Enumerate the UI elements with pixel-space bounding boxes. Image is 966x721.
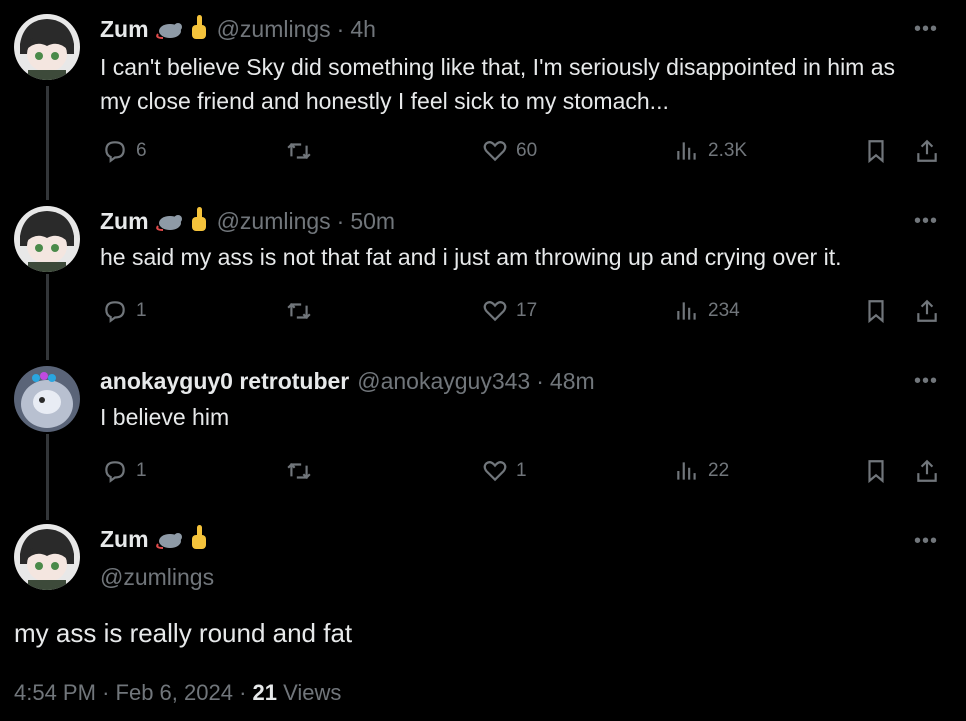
timestamp[interactable]: 48m	[550, 368, 595, 395]
views-button[interactable]: 2.3K	[674, 138, 747, 164]
reply-icon	[105, 301, 125, 323]
views-button[interactable]: 22	[674, 458, 729, 484]
hand-icon	[191, 15, 206, 39]
views-count: 21	[252, 680, 278, 705]
separator: ·	[536, 367, 544, 394]
tweet-header: anokayguy0 retrotuber @anokayguy343 · 48…	[100, 366, 595, 396]
retweet-button[interactable]	[286, 458, 320, 484]
display-name[interactable]: Zum	[100, 16, 149, 43]
tweet-text: I believe him	[100, 404, 230, 430]
more-icon[interactable]: •••	[914, 18, 938, 41]
share-icon	[917, 299, 937, 322]
tweet-text: he said my ass is not that fat and i jus…	[100, 244, 842, 270]
bookmark-button[interactable]	[863, 298, 889, 324]
timestamp[interactable]: 4h	[350, 16, 376, 43]
display-name[interactable]: Zum	[100, 526, 149, 553]
like-button[interactable]: 60	[482, 138, 537, 164]
bookmark-icon	[868, 460, 884, 484]
bookmark-button[interactable]	[863, 138, 889, 164]
tweet[interactable]: Zum @zumlings · 4h ••• I can't believe S…	[0, 14, 966, 184]
like-button[interactable]: 1	[482, 458, 527, 484]
handle[interactable]: @zumlings	[217, 16, 331, 43]
main-tweet: Zum @zumlings ••• my ass is really round…	[0, 524, 966, 721]
emoji-badges	[155, 15, 209, 43]
retweet-icon	[287, 302, 311, 320]
avatar[interactable]	[14, 206, 80, 272]
rat-icon	[155, 215, 182, 231]
view-count: 234	[708, 300, 740, 321]
tweet-header: Zum	[100, 524, 209, 554]
reply-icon	[105, 461, 125, 483]
share-icon	[917, 459, 937, 482]
share-button[interactable]	[914, 138, 940, 164]
retweet-icon	[287, 462, 311, 480]
emoji-badges	[155, 525, 209, 553]
action-bar: 1 1 22	[100, 458, 950, 488]
avatar[interactable]	[14, 524, 80, 590]
separator: ·	[336, 207, 345, 234]
tweet-meta: 4:54 PM · Feb 6, 2024 · 21 Views	[14, 680, 341, 706]
views-label: Views	[283, 680, 342, 705]
heart-icon	[483, 141, 507, 162]
separator: ·	[102, 680, 110, 705]
avatar[interactable]	[14, 366, 80, 432]
display-name[interactable]: Zum	[100, 208, 149, 235]
tweet-text: I can't believe Sky did something like t…	[100, 54, 896, 114]
handle[interactable]: @zumlings	[217, 208, 331, 235]
tweet-header: Zum @zumlings · 50m	[100, 206, 395, 236]
like-count: 1	[516, 460, 527, 481]
reply-button[interactable]: 6	[102, 138, 147, 164]
action-bar: 1 17 234	[100, 298, 950, 328]
action-bar: 6 60 2.3K	[100, 138, 950, 168]
avatar[interactable]	[14, 14, 80, 80]
views-icon	[677, 302, 696, 320]
reply-count: 1	[136, 300, 147, 321]
views-button[interactable]: 234	[674, 298, 740, 324]
views-icon	[677, 142, 696, 160]
share-icon	[917, 139, 937, 162]
more-icon[interactable]: •••	[914, 370, 938, 393]
heart-icon	[483, 301, 507, 322]
tweet-header: Zum @zumlings · 4h	[100, 14, 376, 44]
heart-icon	[483, 461, 507, 482]
tweet[interactable]: anokayguy0 retrotuber @anokayguy343 · 48…	[0, 366, 966, 496]
tweet-text: my ass is really round and fat	[14, 618, 353, 648]
like-count: 60	[516, 140, 538, 161]
views-icon	[677, 462, 696, 480]
retweet-button[interactable]	[286, 298, 320, 324]
reply-icon	[105, 141, 125, 163]
like-button[interactable]: 17	[482, 298, 537, 324]
bookmark-icon	[868, 140, 884, 164]
reply-button[interactable]: 1	[102, 458, 147, 484]
view-count: 2.3K	[708, 140, 748, 161]
post-date[interactable]: Feb 6, 2024	[116, 680, 233, 705]
rat-icon	[155, 533, 182, 549]
handle[interactable]: @anokayguy343	[357, 368, 530, 395]
like-count: 17	[516, 300, 538, 321]
separator: ·	[336, 15, 345, 42]
retweet-icon	[287, 142, 311, 160]
view-count: 22	[708, 460, 730, 481]
emoji-badges	[155, 207, 209, 235]
hand-icon	[191, 207, 206, 231]
retweet-button[interactable]	[286, 138, 320, 164]
post-time[interactable]: 4:54 PM	[14, 680, 96, 705]
reply-count: 6	[136, 140, 147, 161]
timestamp[interactable]: 50m	[350, 208, 395, 235]
reply-count: 1	[136, 460, 147, 481]
more-icon[interactable]: •••	[914, 530, 938, 553]
bookmark-icon	[868, 300, 884, 324]
display-name[interactable]: anokayguy0 retrotuber	[100, 368, 349, 395]
share-button[interactable]	[914, 458, 940, 484]
handle[interactable]: @zumlings	[100, 564, 214, 591]
hand-icon	[191, 525, 206, 549]
more-icon[interactable]: •••	[914, 210, 938, 233]
reply-button[interactable]: 1	[102, 298, 147, 324]
tweet[interactable]: Zum @zumlings · 50m ••• he said my ass i…	[0, 206, 966, 336]
share-button[interactable]	[914, 298, 940, 324]
rat-icon	[155, 23, 182, 39]
separator: ·	[239, 680, 247, 705]
bookmark-button[interactable]	[863, 458, 889, 484]
